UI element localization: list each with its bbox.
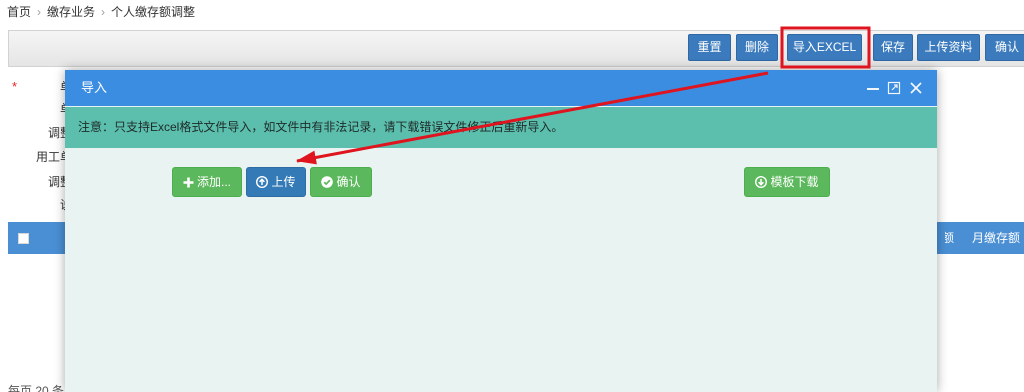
import-excel-button[interactable]: 导入EXCEL: [787, 34, 862, 61]
select-all-checkbox[interactable]: [18, 233, 29, 244]
add-file-button[interactable]: 添加...: [172, 167, 242, 197]
circle-arrow-down-icon: [755, 170, 768, 198]
check-circle-icon: [321, 170, 334, 198]
reset-button[interactable]: 重置: [688, 34, 731, 61]
circle-arrow-up-icon: [256, 170, 269, 198]
delete-button[interactable]: 删除: [736, 34, 778, 61]
form-label: 调整: [47, 126, 72, 140]
form-label: 说: [0, 197, 72, 213]
add-file-label: 添加...: [196, 175, 231, 189]
breadcrumb: 首页 › 缴存业务 › 个人缴存额调整: [7, 4, 195, 20]
upload-button[interactable]: 上传: [246, 167, 306, 197]
upload-label: 上传: [271, 175, 296, 189]
breadcrumb-separator: ›: [101, 5, 106, 19]
dialog-header[interactable]: 导入: [65, 70, 937, 106]
form-label: 用工单: [35, 150, 72, 164]
page-size-text: 每页 20 条: [8, 384, 65, 392]
toolbar: 重置 删除 导入EXCEL 保存 上传资料 确认: [8, 30, 1024, 67]
save-button[interactable]: 保存: [873, 34, 913, 61]
page: 首页 › 缴存业务 › 个人缴存额调整 重置 删除 导入EXCEL 保存 上传资料 确认…: [0, 0, 1024, 392]
notice-text: 注意：只支持Excel格式文件导入，如文件中有非法记录，请下载错误文件修正后重新…: [78, 120, 564, 134]
breadcrumb-deposit-business[interactable]: 缴存业务: [47, 5, 95, 19]
breadcrumb-current-page: 个人缴存额调整: [111, 5, 196, 19]
template-download-button[interactable]: 模板下载: [744, 167, 830, 197]
column-header-monthly-deposit[interactable]: 月缴存额: [972, 222, 1020, 254]
form-label: 单: [0, 79, 72, 95]
plus-icon: [183, 170, 194, 198]
pager: 每页 20 条: [8, 383, 64, 392]
upload-documents-button[interactable]: 上传资料: [917, 34, 980, 61]
close-icon[interactable]: [909, 81, 923, 95]
notice-bar: 注意：只支持Excel格式文件导入，如文件中有非法记录，请下载错误文件修正后重新…: [65, 107, 937, 148]
form-label: 单: [0, 101, 72, 117]
minimize-icon[interactable]: [866, 81, 880, 95]
import-dialog: 导入 注意：只支持Excel格式文件导入，如文件中有非法记录，请下载错误文件修正…: [65, 70, 937, 392]
template-download-label: 模板下载: [770, 175, 819, 189]
dialog-confirm-button[interactable]: 确认: [310, 167, 372, 197]
breadcrumb-separator: ›: [37, 5, 42, 19]
dialog-title: 导入: [81, 80, 108, 95]
form-label: 调整: [47, 175, 72, 189]
column-header[interactable]: 额: [945, 222, 954, 254]
confirm-button[interactable]: 确认: [985, 34, 1024, 61]
column-header-label: 额: [945, 231, 954, 245]
breadcrumb-home[interactable]: 首页: [7, 5, 31, 19]
maximize-icon[interactable]: [887, 81, 901, 95]
dialog-confirm-label: 确认: [336, 175, 361, 189]
